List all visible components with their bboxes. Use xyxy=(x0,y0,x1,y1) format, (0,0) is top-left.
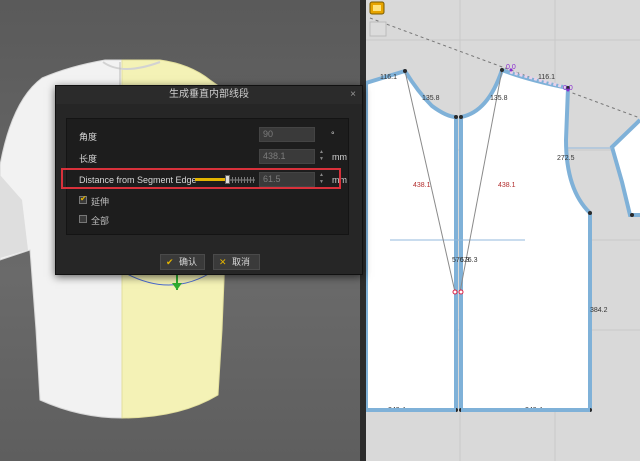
length-row: 长度 438.1 ▲ ▼ mm xyxy=(67,149,350,165)
2d-pattern-view[interactable]: 116.1 135.8 135.8 116.1 0.0 0.0 438.1 43… xyxy=(366,0,640,461)
close-x-icon: ✕ xyxy=(219,257,227,267)
pattern-label-438-right: 438.1 xyxy=(498,182,516,189)
stepper-down-icon[interactable]: ▼ xyxy=(317,156,326,163)
pattern-label-272: 272.5 xyxy=(557,155,575,162)
angle-row: 角度 90 ° xyxy=(67,127,350,143)
all-checkbox[interactable] xyxy=(79,215,87,223)
all-label: 全部 xyxy=(91,216,110,226)
toolbar-secondary-icon[interactable] xyxy=(369,21,387,37)
dialog-titlebar[interactable]: 生成垂直内部线段 × xyxy=(56,86,362,104)
angle-input[interactable]: 90 xyxy=(259,127,315,142)
pattern-label-438-left: 438.1 xyxy=(413,182,431,189)
dialog-title: 生成垂直内部线段 xyxy=(169,89,249,100)
length-stepper[interactable]: ▲ ▼ xyxy=(317,149,326,164)
stepper-up-icon[interactable]: ▲ xyxy=(317,149,326,156)
pattern-label-576-b: 576.3 xyxy=(460,257,478,264)
close-icon[interactable]: × xyxy=(350,86,356,104)
distance-row-highlight xyxy=(61,168,341,189)
extend-label: 延伸 xyxy=(91,197,110,207)
length-input[interactable]: 438.1 xyxy=(259,149,315,164)
angle-unit: ° xyxy=(331,130,335,140)
angle-label: 角度 xyxy=(79,132,98,142)
pattern-label-116-right: 116.1 xyxy=(538,74,555,81)
ok-button-label: 确认 xyxy=(179,257,198,267)
pattern-label-0-a: 0.0 xyxy=(506,64,516,71)
pattern-label-116-left: 116.1 xyxy=(380,74,397,81)
pattern-canvas: 116.1 135.8 135.8 116.1 0.0 0.0 438.1 43… xyxy=(366,0,640,461)
cancel-button-label: 取消 xyxy=(232,257,251,267)
app-root: { "dialog": { "title": "生成垂直内部线段", "clos… xyxy=(0,0,640,461)
extend-row[interactable]: 延伸 xyxy=(67,194,217,210)
checkmark-icon: ✔ xyxy=(166,257,174,267)
pattern-label-135-left: 135.8 xyxy=(422,95,440,102)
length-unit: mm xyxy=(332,152,347,162)
cancel-button[interactable]: ✕ 取消 xyxy=(213,254,260,270)
ok-button[interactable]: ✔ 确认 xyxy=(160,254,205,270)
extend-checkbox[interactable] xyxy=(79,194,87,204)
pattern-label-384: 384.2 xyxy=(590,307,608,314)
all-row[interactable]: 全部 xyxy=(67,213,217,229)
length-label: 长度 xyxy=(79,154,98,164)
pattern-label-135-right: 135.8 xyxy=(490,95,508,102)
pattern-label-0-b: 0.0 xyxy=(563,85,573,92)
